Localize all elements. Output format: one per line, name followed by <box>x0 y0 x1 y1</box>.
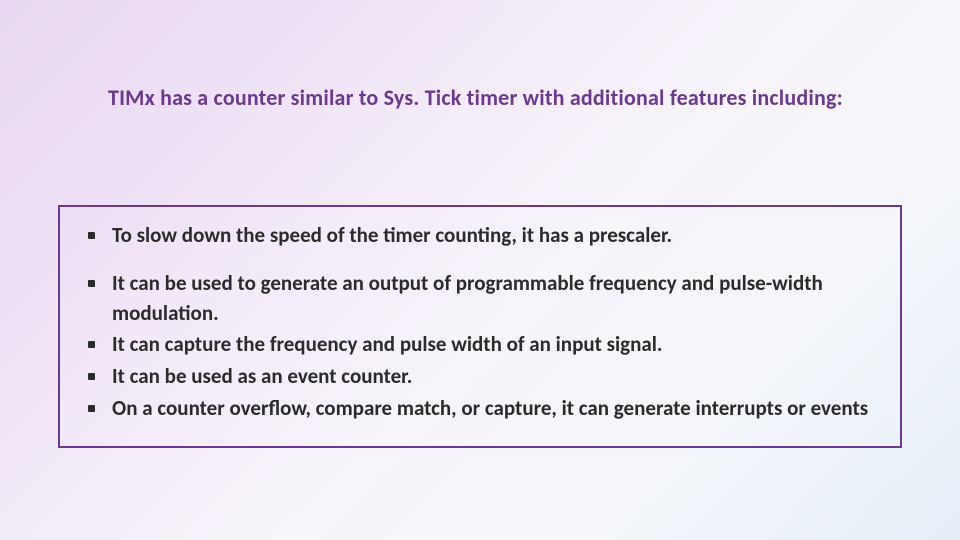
bullet-list-1: To slow down the speed of the timer coun… <box>82 221 878 251</box>
list-item: It can be used to generate an output of … <box>82 269 878 329</box>
list-item: It can capture the frequency and pulse w… <box>82 330 878 360</box>
content-box: To slow down the speed of the timer coun… <box>58 205 902 448</box>
list-item: To slow down the speed of the timer coun… <box>82 221 878 251</box>
bullet-list-2: It can be used to generate an output of … <box>82 269 878 424</box>
list-item: On a counter overflow, compare match, or… <box>82 394 878 424</box>
list-item: It can be used as an event counter. <box>82 362 878 392</box>
slide-title: TIMx has a counter similar to Sys. Tick … <box>108 84 900 111</box>
slide: TIMx has a counter similar to Sys. Tick … <box>0 0 960 540</box>
